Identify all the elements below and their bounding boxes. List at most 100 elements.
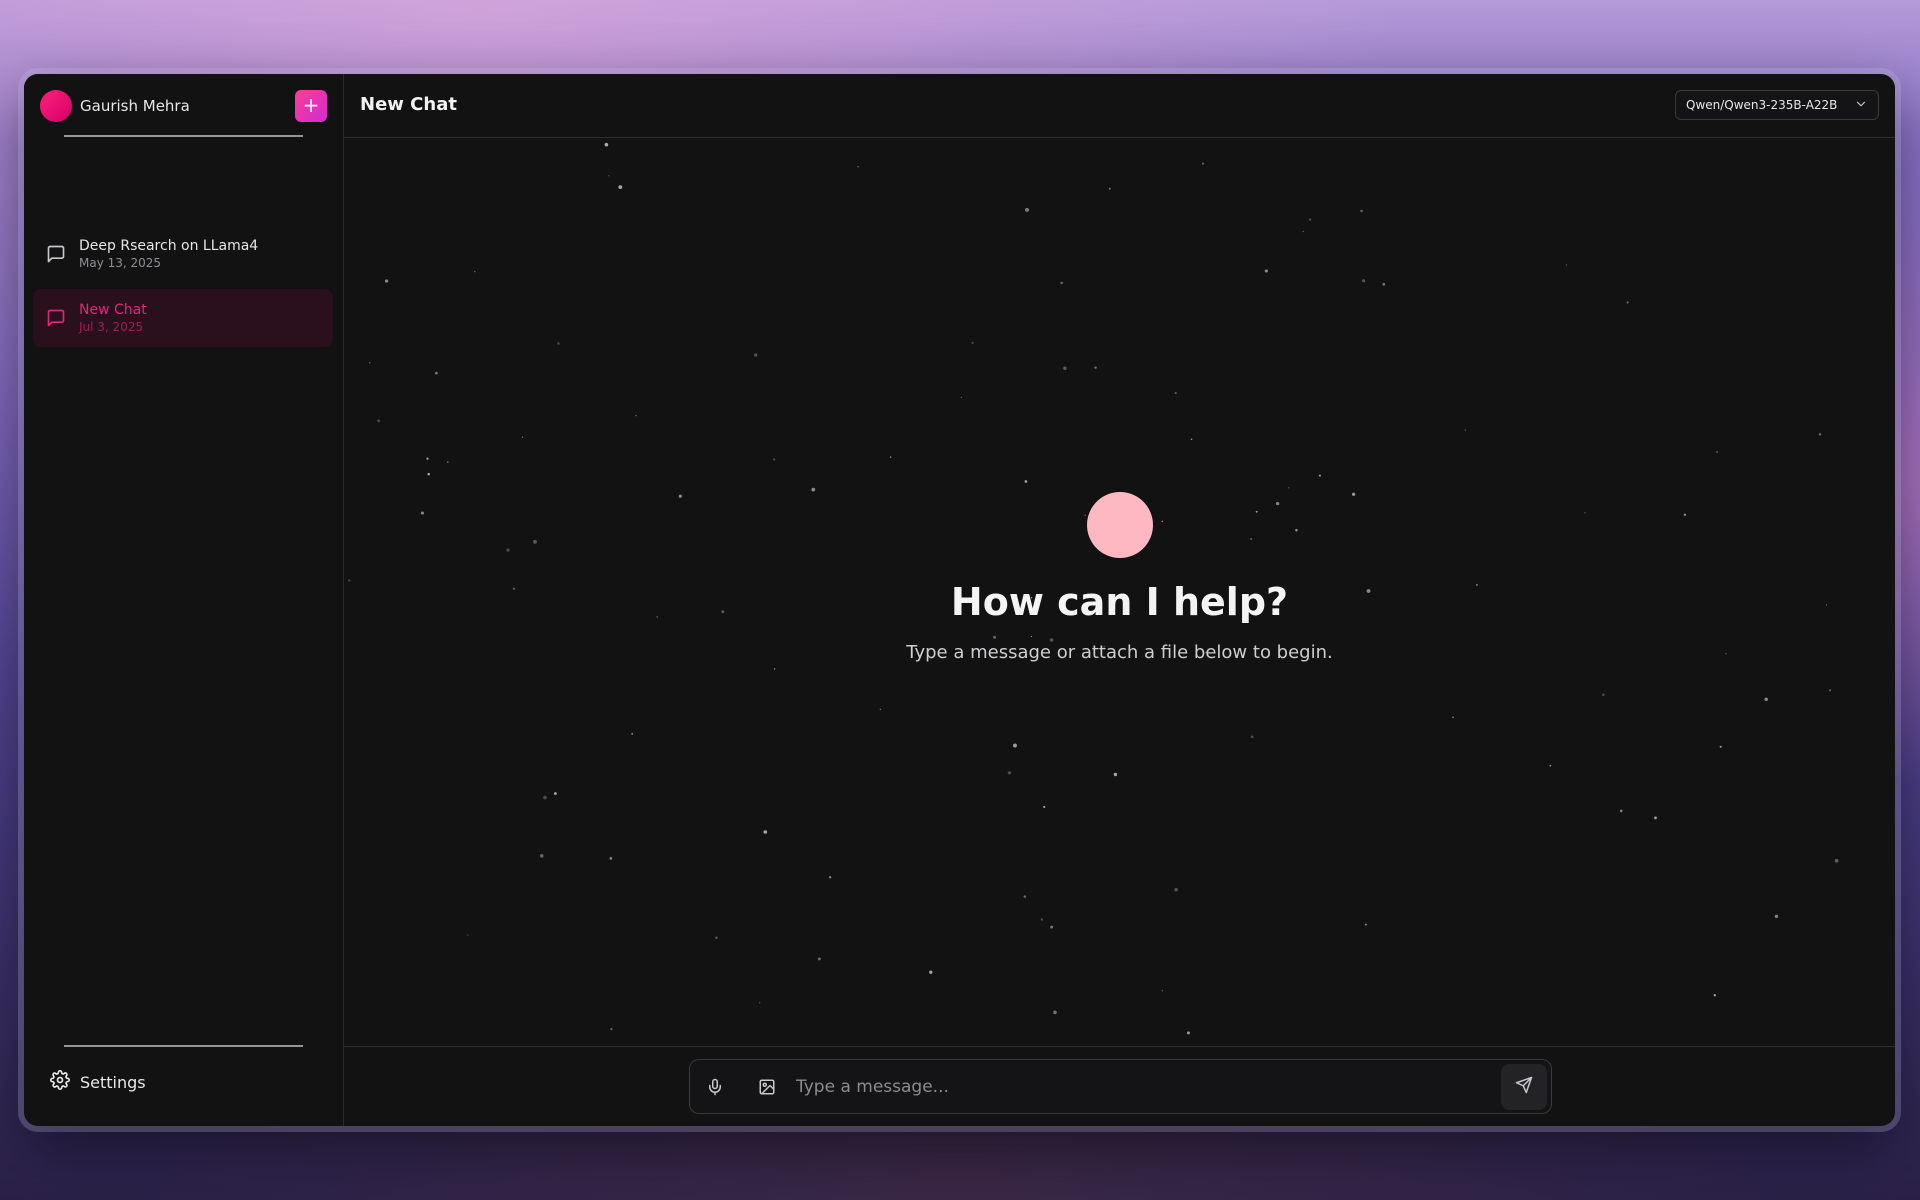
chat-item-text: Deep Rsearch on LLama4 May 13, 2025 <box>79 238 258 270</box>
star <box>1464 429 1466 431</box>
star <box>368 362 371 364</box>
star <box>754 353 758 357</box>
image-icon[interactable] <box>750 1070 784 1104</box>
empty-state: How can I help? Type a message or attach… <box>344 492 1895 663</box>
star <box>1452 716 1455 719</box>
star <box>1043 805 1046 809</box>
star <box>1360 209 1363 213</box>
star <box>385 279 389 283</box>
star <box>1053 1010 1057 1015</box>
star <box>759 1002 761 1004</box>
star <box>1654 816 1657 820</box>
star <box>1828 689 1832 692</box>
star <box>1818 433 1822 436</box>
star <box>631 732 634 735</box>
star <box>1834 858 1839 863</box>
star <box>1023 895 1027 898</box>
star <box>1013 743 1017 748</box>
send-icon <box>1515 1076 1533 1098</box>
star <box>1549 764 1552 767</box>
star <box>1190 438 1193 441</box>
star <box>446 461 449 464</box>
star <box>1024 480 1028 483</box>
new-chat-button[interactable]: + <box>295 90 327 122</box>
chat-item-date: May 13, 2025 <box>79 256 162 270</box>
star <box>715 936 718 939</box>
star <box>1362 279 1366 283</box>
star <box>553 792 557 795</box>
star <box>1250 735 1254 739</box>
star <box>1186 1031 1190 1035</box>
star <box>971 341 974 345</box>
star <box>609 857 613 860</box>
settings-button[interactable]: Settings <box>50 1070 146 1094</box>
star <box>1308 218 1312 221</box>
user-profile: Gaurish Mehra + <box>40 90 327 122</box>
sidebar: Gaurish Mehra + Deep Rsearch on LLama4 M… <box>24 74 344 1126</box>
app-window: Gaurish Mehra + Deep Rsearch on LLama4 M… <box>24 74 1895 1126</box>
star <box>811 487 816 492</box>
star <box>435 371 438 375</box>
star <box>1774 914 1779 919</box>
chat-item-new-chat[interactable]: New Chat Jul 3, 2025 <box>33 289 333 347</box>
star <box>828 875 832 879</box>
star <box>1713 994 1716 997</box>
star <box>618 185 623 190</box>
chat-item-title: Deep Rsearch on LLama4 <box>79 238 259 254</box>
star <box>857 166 859 168</box>
star <box>879 708 882 711</box>
star <box>467 934 469 936</box>
chevron-down-icon <box>1854 97 1868 114</box>
star <box>1161 990 1164 992</box>
star <box>1601 693 1605 697</box>
model-select[interactable]: Qwen/Qwen3-235B-A22B <box>1675 90 1879 120</box>
star <box>763 830 768 834</box>
star <box>473 270 476 273</box>
star <box>1063 366 1067 370</box>
chat-main: New Chat Qwen/Qwen3-235B-A22B How can I … <box>344 74 1895 1126</box>
star <box>1264 269 1268 273</box>
message-composer <box>689 1059 1552 1114</box>
star <box>1382 282 1386 286</box>
chat-item-text: New Chat Jul 3, 2025 <box>79 302 147 334</box>
chat-item-date: Jul 3, 2025 <box>79 320 144 334</box>
star <box>1113 772 1118 777</box>
empty-state-title: How can I help? <box>950 580 1289 624</box>
model-select-value: Qwen/Qwen3-235B-A22B <box>1686 98 1838 112</box>
star <box>1716 451 1718 453</box>
star <box>604 142 609 147</box>
star <box>817 957 821 961</box>
empty-state-subtitle: Type a message or attach a file below to… <box>906 642 1333 663</box>
star <box>521 436 524 439</box>
star <box>1201 162 1205 165</box>
star <box>1007 771 1012 775</box>
message-input[interactable] <box>794 1075 1501 1098</box>
star <box>377 419 381 423</box>
star <box>1626 301 1629 304</box>
star <box>1174 887 1178 892</box>
star <box>1108 187 1111 190</box>
star <box>539 854 544 858</box>
star <box>1050 925 1054 929</box>
chat-item-deep-research[interactable]: Deep Rsearch on LLama4 May 13, 2025 <box>33 225 333 283</box>
settings-label: Settings <box>80 1072 146 1092</box>
send-button[interactable] <box>1501 1063 1547 1110</box>
user-name: Gaurish Mehra <box>80 97 190 115</box>
microphone-icon[interactable] <box>698 1070 732 1104</box>
assistant-avatar <box>1086 492 1153 558</box>
star <box>1060 281 1063 285</box>
composer-bar <box>344 1046 1895 1126</box>
star <box>1174 392 1177 395</box>
star <box>557 342 560 345</box>
star <box>1719 745 1722 748</box>
star <box>543 795 547 800</box>
star <box>1094 366 1097 369</box>
sidebar-bottom-divider <box>64 1045 303 1047</box>
star <box>960 396 962 398</box>
star <box>889 456 892 458</box>
star <box>608 174 610 177</box>
avatar[interactable] <box>40 90 72 122</box>
star <box>1764 697 1768 702</box>
chat-item-title: New Chat <box>79 302 147 318</box>
star <box>929 970 933 974</box>
